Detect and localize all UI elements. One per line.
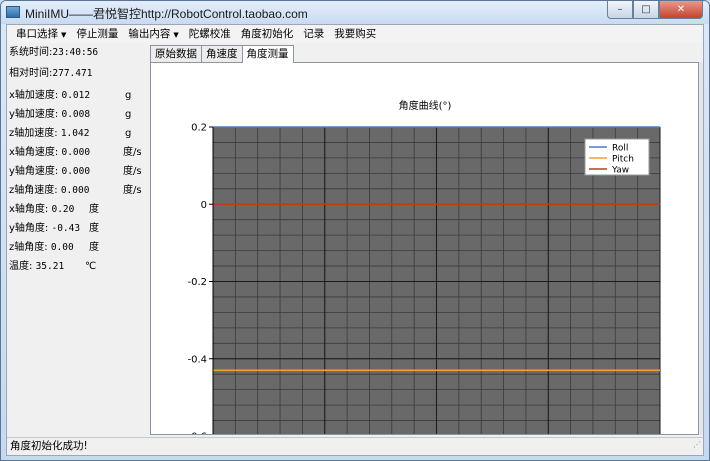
temperature-value: 35.21: [35, 261, 65, 272]
y-tick-label: 0.2: [191, 123, 207, 134]
tab-angular-velocity[interactable]: 角速度: [201, 45, 243, 62]
angle-x-value: 0.20: [51, 204, 75, 215]
menu-bar: 串口选择 ▼ 停止测量 输出内容 ▼ 陀螺校准 角度初始化 记录 我要购买: [7, 25, 703, 43]
tab-angle-measure[interactable]: 角度测量: [241, 45, 294, 63]
tab-raw-data[interactable]: 原始数据: [150, 45, 202, 62]
app-window: MiniIMU——君悦智控http://RobotControl.taobao.…: [0, 0, 710, 461]
gyro-z-value: 0.000: [60, 185, 90, 196]
y-tick-label: -0.4: [187, 354, 207, 365]
vertical-scrollbar[interactable]: [699, 62, 703, 435]
gyro-y-row: y轴角速度: 0.000: [9, 165, 90, 179]
menu-record[interactable]: 记录: [298, 25, 329, 43]
relative-time-label: 相对时间:: [9, 68, 53, 79]
menu-angle-init[interactable]: 角度初始化: [236, 25, 299, 43]
angle-z-value: 0.00: [50, 242, 74, 253]
accel-y-value: 0.008: [61, 109, 91, 120]
temperature-row: 温度: 35.21: [9, 260, 64, 274]
menu-label: 记录: [303, 28, 325, 40]
angle-x-unit: 度: [89, 204, 99, 215]
menu-output-content[interactable]: 输出内容 ▼: [123, 25, 183, 44]
window-title: MiniIMU——君悦智控http://RobotControl.taobao.…: [25, 7, 308, 21]
angle-y-value: -0.43: [51, 223, 81, 234]
legend-label: Roll: [612, 144, 628, 154]
menu-buy[interactable]: 我要购买: [329, 25, 381, 43]
temperature-unit: ℃: [85, 261, 97, 272]
gyro-y-label: y轴角速度:: [9, 166, 59, 177]
gyro-x-unit: 度/s: [123, 147, 142, 158]
close-button[interactable]: ✕: [659, 1, 703, 19]
menu-label: 串口选择: [16, 27, 58, 40]
status-bar: 角度初始化成功! ⋰: [7, 437, 703, 455]
client-area: 串口选择 ▼ 停止测量 输出内容 ▼ 陀螺校准 角度初始化 记录 我要购买 系统时间…: [6, 24, 704, 456]
temperature-label: 温度:: [9, 261, 33, 272]
chart-panel: 角度曲线(°) 0.20-0.2-0.4-0.6 257.0567028262.…: [150, 62, 699, 454]
y-tick-label: 0: [201, 200, 207, 211]
angle-chart: 角度曲线(°) 0.20-0.2-0.4-0.6 257.0567028262.…: [180, 99, 694, 454]
angle-x-label: x轴角度:: [9, 204, 49, 215]
accel-z-row: z轴加速度: 1.042: [9, 127, 89, 141]
accel-x-unit: g: [125, 90, 132, 101]
system-time-row: 系统时间:23:40:56: [9, 46, 98, 60]
gyro-z-unit: 度/s: [123, 185, 142, 196]
sensor-readout-panel: 系统时间:23:40:56 相对时间:277.471 x轴加速度: 0.012 …: [7, 43, 150, 435]
accel-y-label: y轴加速度:: [9, 109, 59, 120]
accel-x-value: 0.012: [61, 90, 91, 101]
gyro-x-row: x轴角速度: 0.000: [9, 146, 90, 160]
window-controls: – □ ✕: [607, 1, 703, 19]
menu-gyro-calibrate[interactable]: 陀螺校准: [184, 25, 236, 43]
chart-legend: RollPitchYaw: [584, 138, 650, 176]
gyro-y-unit: 度/s: [123, 166, 142, 177]
maximize-button[interactable]: □: [633, 1, 659, 19]
tab-strip: 原始数据 角速度 角度测量: [150, 45, 294, 63]
angle-y-unit: 度: [89, 223, 99, 234]
menu-label: 我要购买: [334, 28, 377, 40]
relative-time-value: 277.471: [52, 68, 93, 79]
title-bar[interactable]: MiniIMU——君悦智控http://RobotControl.taobao.…: [1, 1, 709, 24]
y-tick-label: -0.2: [187, 277, 207, 288]
accel-x-row: x轴加速度: 0.012: [9, 89, 90, 103]
menu-stop-measure[interactable]: 停止测量: [71, 25, 123, 43]
chevron-down-icon: ▼: [173, 30, 179, 39]
y-tick-label: -0.6: [187, 432, 207, 435]
accel-y-row: y轴加速度: 0.008: [9, 108, 90, 122]
minimize-button[interactable]: –: [607, 1, 633, 19]
gyro-z-label: z轴角速度:: [9, 185, 58, 196]
resize-grip-icon[interactable]: ⋰: [693, 436, 701, 453]
angle-y-label: y轴角度:: [9, 223, 49, 234]
gyro-y-value: 0.000: [61, 166, 91, 177]
gyro-x-label: x轴角速度:: [9, 147, 59, 158]
system-time-value: 23:40:56: [52, 47, 99, 58]
menu-label: 角度初始化: [240, 28, 294, 40]
chevron-down-icon: ▼: [61, 30, 67, 39]
accel-x-label: x轴加速度:: [9, 90, 59, 101]
angle-x-row: x轴角度: 0.20: [9, 203, 74, 217]
menu-label: 停止测量: [76, 28, 119, 40]
angle-z-label: z轴角度:: [9, 242, 48, 253]
menu-serial-port[interactable]: 串口选择 ▼: [11, 25, 71, 44]
accel-z-label: z轴加速度:: [9, 128, 58, 139]
y-axis: 0.2 0 -0.2 -0.4 -0.6: [187, 123, 214, 443]
chart-title: 角度曲线(°): [399, 99, 452, 112]
legend-label: Pitch: [612, 155, 634, 165]
gyro-x-value: 0.000: [61, 147, 91, 158]
status-text: 角度初始化成功!: [10, 440, 88, 452]
angle-y-row: y轴角度: -0.43: [9, 222, 80, 236]
accel-y-unit: g: [125, 109, 132, 120]
menu-label: 输出内容: [128, 27, 171, 40]
app-icon: [6, 6, 20, 18]
angle-z-unit: 度: [89, 242, 99, 253]
legend-label: Yaw: [611, 166, 629, 176]
menu-label: 陀螺校准: [188, 28, 231, 40]
accel-z-value: 1.042: [60, 128, 90, 139]
angle-z-row: z轴角度: 0.00: [9, 241, 74, 255]
system-time-label: 系统时间:: [9, 47, 53, 58]
accel-z-unit: g: [125, 128, 132, 139]
relative-time-row: 相对时间:277.471: [9, 67, 92, 81]
gyro-z-row: z轴角速度: 0.000: [9, 184, 89, 198]
